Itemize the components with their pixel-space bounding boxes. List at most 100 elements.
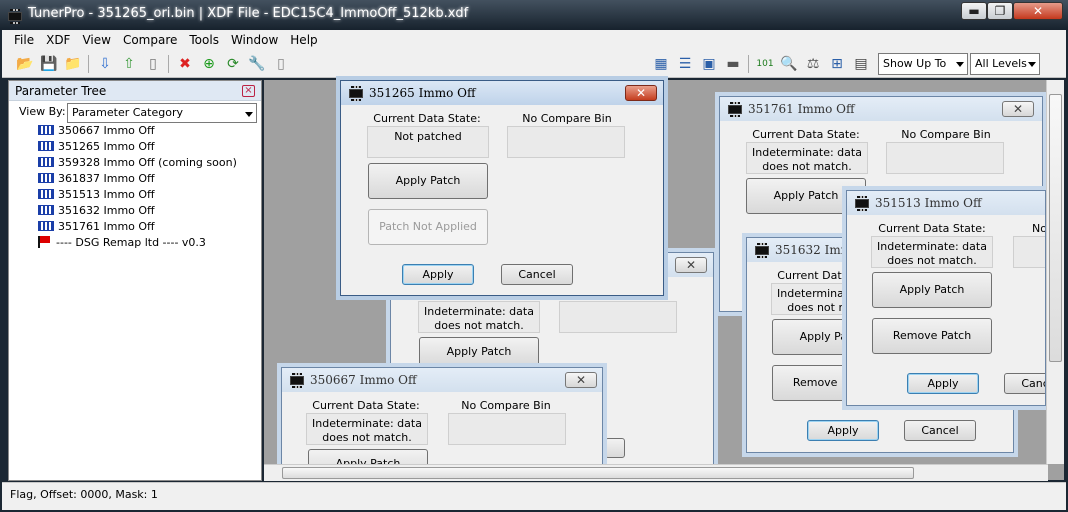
restore-button[interactable]: ❐ bbox=[987, 2, 1013, 20]
apply-patch-button[interactable]: Apply Patch bbox=[368, 163, 488, 199]
dialog-title-bar: 350667 Immo Off bbox=[282, 368, 602, 392]
toolbar-separator bbox=[748, 55, 749, 73]
current-data-state-label: Current Data State: bbox=[878, 222, 986, 235]
toolbar-separator bbox=[88, 55, 89, 73]
chip-icon bbox=[728, 102, 742, 117]
cancel-button[interactable]: Cancel bbox=[904, 420, 976, 441]
dialog-title-bar: 351761 Immo Off bbox=[720, 97, 1042, 121]
tree-item[interactable]: 351761 Immo Off bbox=[38, 220, 155, 234]
apply-button[interactable]: Apply bbox=[907, 373, 979, 394]
apply-patch-button[interactable]: Apply Patch bbox=[872, 272, 992, 308]
view-by-value: Parameter Category bbox=[72, 106, 183, 119]
title-bar: TunerPro - 351265_ori.bin | XDF File - E… bbox=[0, 0, 1068, 30]
apply-button[interactable]: Apply bbox=[402, 264, 474, 285]
menu-view[interactable]: View bbox=[76, 30, 116, 50]
show-up-to-value: Show Up To bbox=[883, 57, 947, 70]
refresh-icon[interactable]: ⟳ bbox=[224, 55, 242, 73]
tree-item[interactable]: ---- DSG Remap ltd ---- v0.3 bbox=[38, 236, 206, 250]
dialog-title-bar: 351265 Immo Off bbox=[341, 81, 663, 105]
vertical-scrollbar[interactable] bbox=[1046, 80, 1064, 464]
import-icon[interactable]: ⇩ bbox=[96, 55, 114, 73]
current-data-state-value: Indeterminate: data does not match. bbox=[418, 301, 540, 333]
blank-document-icon[interactable]: ▯ bbox=[272, 55, 290, 73]
tree-item[interactable]: 359328 Immo Off (coming soon) bbox=[38, 156, 237, 170]
current-data-state-value: Indeterminate: data does not match. bbox=[306, 413, 428, 445]
tree-item[interactable]: 361837 Immo Off bbox=[38, 172, 155, 186]
status-text: Flag, Offset: 0000, Mask: 1 bbox=[10, 488, 158, 501]
parameter-icon bbox=[38, 125, 54, 135]
horizontal-scrollbar[interactable] bbox=[264, 464, 1048, 481]
close-dialog-button[interactable]: ✕ bbox=[565, 372, 597, 388]
tree-icon[interactable]: ⊞ bbox=[828, 55, 846, 73]
toolbar-separator bbox=[168, 55, 169, 73]
parameter-tree-header: Parameter Tree × bbox=[9, 81, 261, 101]
menu-help[interactable]: Help bbox=[284, 30, 323, 50]
window-icon[interactable]: ▣ bbox=[700, 55, 718, 73]
apply-button[interactable]: Apply bbox=[807, 420, 879, 441]
cancel-button[interactable]: Cancel bbox=[1004, 373, 1045, 394]
new-document-icon[interactable]: ▯ bbox=[144, 55, 162, 73]
compare-bin-label: No Compare Bin bbox=[461, 399, 551, 412]
chip-icon bbox=[290, 373, 304, 388]
minimize-button[interactable]: ▬ bbox=[961, 2, 987, 20]
tree-item[interactable]: 350667 Immo Off bbox=[38, 124, 155, 138]
patch-not-applied-button[interactable]: Patch Not Applied bbox=[368, 209, 488, 245]
export-icon[interactable]: ⇧ bbox=[120, 55, 138, 73]
compare-bin-value bbox=[559, 301, 677, 333]
magnifier-icon[interactable]: 🔍 bbox=[780, 55, 798, 73]
scale-icon[interactable]: ⚖ bbox=[804, 55, 822, 73]
compare-bin-value bbox=[1013, 236, 1045, 268]
menu-bar: File XDF View Compare Tools Window Help bbox=[2, 30, 1066, 50]
close-dialog-button[interactable]: ✕ bbox=[625, 85, 657, 101]
open-file-icon[interactable]: 📁 bbox=[64, 55, 82, 73]
open-folder-icon[interactable]: 📂 bbox=[16, 55, 34, 73]
grid-icon[interactable]: ▦ bbox=[652, 55, 670, 73]
current-data-state-value: Indeterminate: data does not match. bbox=[871, 236, 993, 268]
monitor-icon[interactable]: ▬ bbox=[724, 55, 742, 73]
remove-patch-button[interactable]: Remove Patch bbox=[872, 318, 992, 354]
tree-item[interactable]: 351265 Immo Off bbox=[38, 140, 155, 154]
cancel-button[interactable]: Cancel bbox=[501, 264, 573, 285]
parameter-icon bbox=[38, 189, 54, 199]
close-panel-button[interactable]: × bbox=[242, 85, 255, 97]
add-icon[interactable]: ⊕ bbox=[200, 55, 218, 73]
dialog-351265: 351265 Immo Off ✕ Current Data State: No… bbox=[340, 80, 664, 296]
view-by-select[interactable]: Parameter Category bbox=[67, 103, 257, 123]
apply-patch-button[interactable]: Apply Patch bbox=[419, 337, 539, 367]
menu-xdf[interactable]: XDF bbox=[40, 30, 76, 50]
dialog-350667: 350667 Immo Off ✕ Current Data State: No… bbox=[281, 367, 603, 477]
calculator-icon[interactable]: ▤ bbox=[852, 55, 870, 73]
current-data-state-value: Indeterminate: data does not match. bbox=[746, 142, 868, 174]
binary-icon[interactable]: 101 bbox=[756, 55, 774, 73]
dialog-title-bar: 351513 Immo Off bbox=[847, 191, 1045, 215]
all-levels-select[interactable]: All Levels bbox=[970, 53, 1040, 75]
hidden-button[interactable] bbox=[605, 438, 625, 458]
menu-file[interactable]: File bbox=[8, 30, 40, 50]
menu-tools[interactable]: Tools bbox=[183, 30, 225, 50]
parameter-icon bbox=[38, 157, 54, 167]
close-window-button[interactable]: ✕ bbox=[1013, 2, 1063, 20]
compare-bin-value bbox=[886, 142, 1004, 174]
tree-item[interactable]: 351632 Immo Off bbox=[38, 204, 155, 218]
parameter-icon bbox=[38, 205, 54, 215]
vertical-scroll-thumb[interactable] bbox=[1049, 94, 1062, 362]
parameter-icon bbox=[38, 141, 54, 151]
compare-bin-value bbox=[507, 126, 625, 158]
list-icon[interactable]: ☰ bbox=[676, 55, 694, 73]
chip-icon bbox=[755, 243, 769, 258]
tree-item[interactable]: 351513 Immo Off bbox=[38, 188, 155, 202]
save-icon[interactable]: 💾 bbox=[40, 55, 58, 73]
chevron-down-icon bbox=[956, 62, 964, 67]
menu-window[interactable]: Window bbox=[225, 30, 284, 50]
wrench-icon[interactable]: 🔧 bbox=[248, 55, 266, 73]
close-dialog-button[interactable]: ✕ bbox=[1002, 101, 1034, 117]
show-up-to-select[interactable]: Show Up To bbox=[878, 53, 968, 75]
compare-bin-value bbox=[448, 413, 566, 445]
horizontal-scroll-thumb[interactable] bbox=[282, 467, 914, 479]
close-dialog-button[interactable]: ✕ bbox=[675, 257, 707, 273]
menu-compare[interactable]: Compare bbox=[117, 30, 183, 50]
window-controls: ▬ ❐ ✕ bbox=[961, 2, 1063, 22]
status-bar: Flag, Offset: 0000, Mask: 1 bbox=[2, 482, 1066, 510]
delete-icon[interactable]: ✖ bbox=[176, 55, 194, 73]
compare-bin-label: No Compare Bin bbox=[1032, 222, 1046, 235]
